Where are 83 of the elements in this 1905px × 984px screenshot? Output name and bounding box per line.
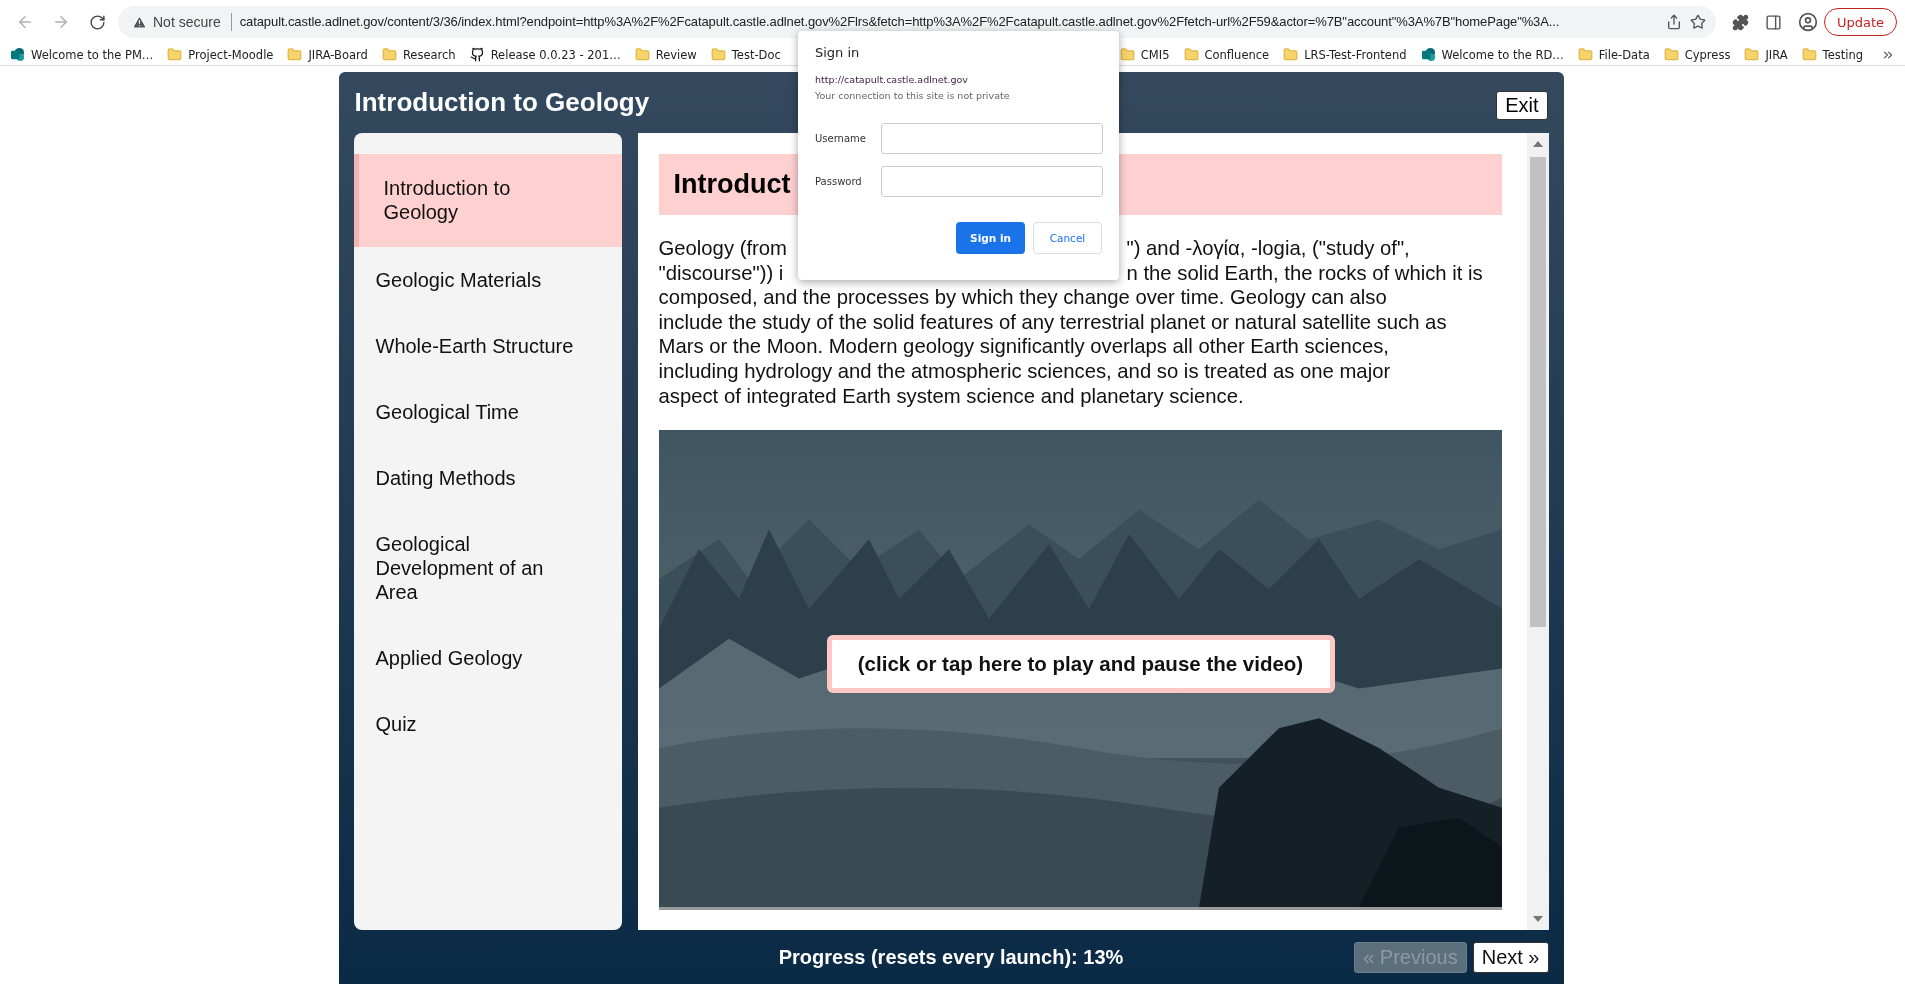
- sign-in-button[interactable]: Sign in: [956, 222, 1025, 254]
- folder-icon: [1577, 47, 1593, 62]
- privacy-warning: Your connection to this site is not private: [815, 90, 1011, 101]
- reload-icon[interactable]: [88, 13, 106, 31]
- scrollbar[interactable]: [1526, 133, 1549, 930]
- bookmark-label: Testing: [1822, 47, 1863, 62]
- site-icon: [1420, 47, 1436, 62]
- paragraph-text: include the study of the solid features of any terrestrial planet or natural satellite such as: [658, 309, 1448, 335]
- bookmark-label: Research: [402, 47, 456, 62]
- security-indicator[interactable]: Not secure: [132, 13, 232, 31]
- bookmark[interactable]: Cypress: [1663, 47, 1731, 62]
- paragraph-text: "discourse")) i: [658, 260, 784, 286]
- folder-icon: [1801, 47, 1817, 62]
- paragraph-text: ") and -λογία, -logia, ("study of",: [1126, 236, 1410, 261]
- sidebar-item[interactable]: Whole-Earth Structure: [353, 313, 622, 379]
- folder-icon: [1183, 47, 1199, 62]
- side-panel-icon[interactable]: [1764, 13, 1782, 31]
- folder-icon: [381, 47, 397, 62]
- paragraph-text: n the solid Earth, the rocks of which it is: [1126, 260, 1483, 286]
- video-player[interactable]: (click or tap here to play and pause the video): [658, 430, 1502, 911]
- paragraph-text: including hydrology and the atmospheric sciences, and so is treated as one major: [658, 358, 1392, 384]
- folder-icon: [710, 47, 726, 62]
- paragraph-text: composed, and the processes by which they change over time. Geology can also: [658, 285, 1388, 310]
- sidebar-item[interactable]: Quiz: [353, 691, 622, 757]
- site-icon: [10, 47, 25, 62]
- folder-icon: [1744, 47, 1760, 62]
- paragraph-text: aspect of integrated Earth system science and planetary science.: [658, 383, 1245, 409]
- field-label: Username: [815, 133, 867, 144]
- bookmark[interactable]: CMI5: [1119, 47, 1170, 62]
- sidebar-item[interactable]: Geologic Materials: [353, 247, 622, 313]
- address-bar[interactable]: [118, 6, 1716, 38]
- site-origin: http://catapult.castle.adlnet.gov: [815, 74, 969, 85]
- folder-icon: [167, 47, 183, 62]
- folder-icon: [287, 47, 303, 62]
- bookmark-label: Review: [655, 47, 697, 62]
- section-heading: Introduct: [673, 169, 791, 200]
- bookmark[interactable]: Testing: [1801, 47, 1863, 62]
- bookmark-label: Test-Doc: [731, 47, 781, 62]
- sidebar-item[interactable]: Applied Geology: [353, 625, 622, 691]
- next-button[interactable]: Next »: [1472, 941, 1549, 973]
- bookmark-label: LRS-Test-Frontend: [1304, 47, 1407, 62]
- url-text: catapult.castle.adlnet.gov/content/3/36/index.html?endpoint=http%3A%2F%2Fcatapult.castle.adlnet.gov%2Flrs&fetch=http%3A%2F%2Fcatapult.castle.adlnet.gov%2Ffetch-url%2F59&actor=%7B"account"%3A%7B"homePage"%3A...: [239, 13, 1561, 29]
- paragraph-text: Geology (from: [658, 236, 787, 261]
- progress-text: Progress (resets every launch): 13%: [778, 945, 1124, 969]
- bookmark-label: Project-Moodle: [188, 47, 274, 62]
- bookmark-label: Cypress: [1684, 47, 1731, 62]
- bookmark-label: JIRA: [1765, 47, 1788, 62]
- bookmark-label: JIRA-Board: [308, 47, 368, 62]
- exit-button[interactable]: Exit: [1496, 91, 1548, 120]
- bookmark[interactable]: Project-Moodle: [167, 47, 274, 62]
- bookmark-star-icon[interactable]: [1689, 14, 1706, 30]
- update-button[interactable]: Update: [1823, 8, 1897, 36]
- bookmark-label: File-Data: [1598, 47, 1650, 62]
- sidebar-item[interactable]: Dating Methods: [353, 445, 622, 511]
- course-title: Introduction to Geology: [354, 87, 650, 118]
- folder-icon: [1663, 47, 1679, 62]
- bookmark[interactable]: JIRA: [1744, 47, 1788, 62]
- bookmark-label: Confluence: [1204, 47, 1270, 62]
- profile-icon[interactable]: [1797, 12, 1818, 32]
- bookmark-label: CMI5: [1140, 47, 1170, 62]
- share-icon[interactable]: [1665, 14, 1682, 30]
- bookmark[interactable]: File-Data: [1577, 47, 1650, 62]
- field-label: Password: [815, 176, 863, 187]
- bookmark[interactable]: Confluence: [1183, 47, 1270, 62]
- github-icon: [469, 47, 485, 62]
- input-field[interactable]: [881, 166, 1103, 197]
- paragraph-text: Mars or the Moon. Modern geology significantly overlaps all other Earth sciences,: [658, 334, 1390, 359]
- dialog-title: Sign in: [815, 45, 861, 60]
- play-pause-button[interactable]: (click or tap here to play and pause the video): [826, 635, 1335, 694]
- bookmark[interactable]: Research: [381, 47, 456, 62]
- folder-icon: [1283, 47, 1299, 62]
- input-field[interactable]: [881, 123, 1103, 154]
- sidebar-item[interactable]: Geological Time: [353, 379, 622, 445]
- sidebar-item[interactable]: Geological Development of an Area: [353, 511, 622, 625]
- folder-icon: [1119, 47, 1135, 62]
- sidebar-item[interactable]: Introduction to Geology: [353, 154, 622, 247]
- bookmark[interactable]: Review: [634, 47, 697, 62]
- bookmark[interactable]: JIRA-Board: [287, 47, 368, 62]
- extensions-icon[interactable]: [1731, 13, 1749, 31]
- folder-icon: [634, 47, 650, 62]
- cancel-button[interactable]: Cancel: [1033, 222, 1102, 254]
- bookmark[interactable]: Test-Doc: [710, 47, 781, 62]
- bookmark[interactable]: LRS-Test-Frontend: [1283, 47, 1407, 62]
